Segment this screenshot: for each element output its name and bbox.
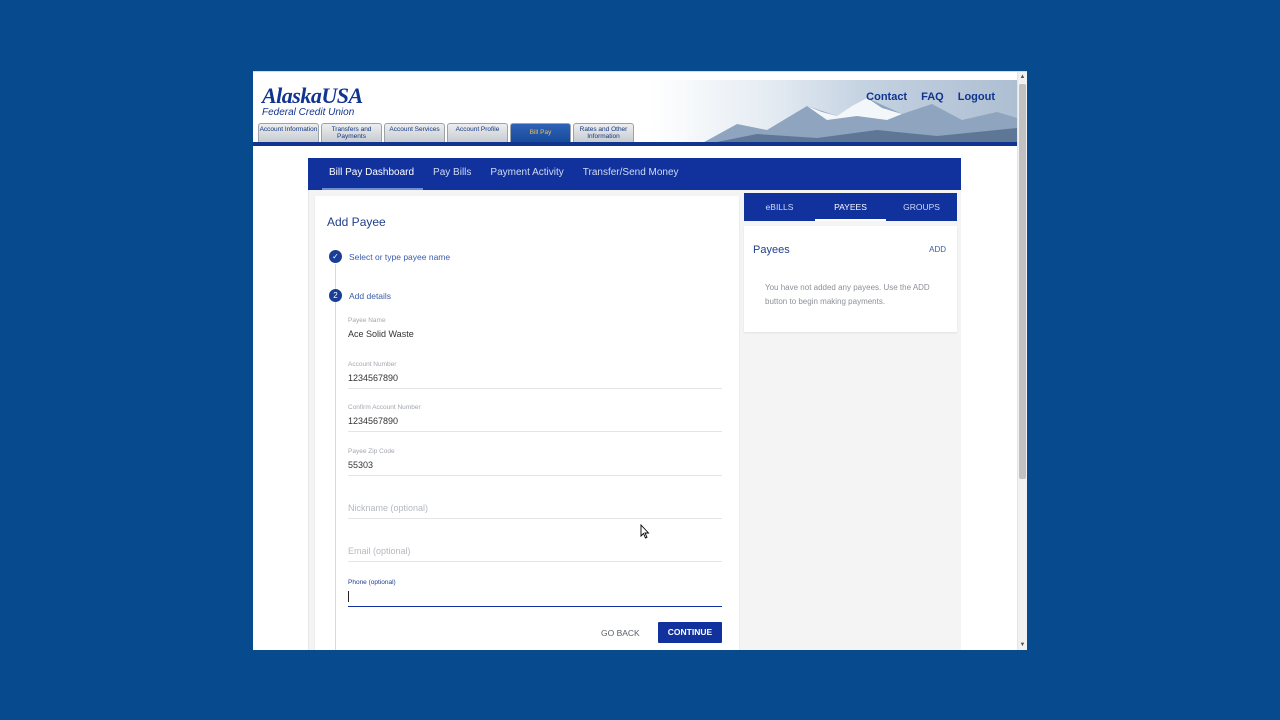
logo-subtitle: Federal Credit Union bbox=[262, 107, 355, 118]
continue-button[interactable]: CONTINUE bbox=[658, 622, 722, 643]
browser-window: AlaskaUSA Federal Credit Union Account I… bbox=[253, 71, 1027, 650]
nav-bill-pay-dashboard[interactable]: Bill Pay Dashboard bbox=[321, 158, 424, 190]
add-payee-title: Add Payee bbox=[327, 215, 386, 229]
payee-name-value: Ace Solid Waste bbox=[348, 329, 414, 339]
payees-title: Payees bbox=[753, 244, 790, 256]
site-header: AlaskaUSA Federal Credit Union Account I… bbox=[253, 80, 1017, 146]
add-payee-button[interactable]: ADD bbox=[929, 245, 946, 254]
top-links: Contact FAQ Logout bbox=[866, 91, 995, 103]
tab-rates-and-other-information[interactable]: Rates and Other Information bbox=[573, 123, 634, 142]
scroll-down-arrow-icon[interactable]: ▼ bbox=[1018, 640, 1027, 650]
payees-empty-message: You have not added any payees. Use the A… bbox=[765, 283, 930, 306]
add-payee-card: Add Payee ✓ Select or type payee name 2 … bbox=[315, 196, 739, 650]
scroll-up-arrow-icon[interactable]: ▲ bbox=[1018, 72, 1027, 82]
faq-link[interactable]: FAQ bbox=[921, 91, 944, 103]
go-back-button[interactable]: GO BACK bbox=[601, 628, 640, 638]
payee-name-label: Payee Name bbox=[348, 317, 386, 324]
tab-transfers-and-payments[interactable]: Transfers and Payments bbox=[321, 123, 382, 142]
nav-pay-bills[interactable]: Pay Bills bbox=[433, 158, 471, 190]
logout-link[interactable]: Logout bbox=[958, 91, 995, 103]
step-1-label: Select or type payee name bbox=[349, 251, 451, 262]
nickname-field[interactable]: Nickname (optional) bbox=[348, 503, 722, 519]
payee-name-field: Payee Name Ace Solid Waste bbox=[348, 317, 722, 345]
account-number-input[interactable]: 1234567890 bbox=[348, 373, 722, 389]
account-number-label: Account Number bbox=[348, 361, 397, 368]
tab-bill-pay[interactable]: Bill Pay bbox=[510, 123, 571, 142]
text-caret bbox=[348, 591, 349, 603]
confirm-account-number-input[interactable]: 1234567890 bbox=[348, 416, 722, 432]
tab-account-services[interactable]: Account Services bbox=[384, 123, 445, 142]
logo-brand: AlaskaUSA bbox=[262, 83, 363, 108]
phone-input[interactable] bbox=[348, 591, 722, 607]
mouse-pointer-icon bbox=[640, 524, 650, 539]
tab-groups[interactable]: GROUPS bbox=[886, 193, 957, 221]
right-panel-tabs: eBILLS PAYEES GROUPS bbox=[744, 193, 957, 221]
step-2-label: Add details bbox=[349, 290, 392, 301]
tab-ebills[interactable]: eBILLS bbox=[744, 193, 815, 221]
nav-transfer-send-money[interactable]: Transfer/Send Money bbox=[583, 158, 679, 190]
billpay-body: Add Payee ✓ Select or type payee name 2 … bbox=[308, 190, 961, 650]
stepper-line bbox=[335, 264, 336, 650]
contact-link[interactable]: Contact bbox=[866, 91, 907, 103]
check-icon: ✓ bbox=[329, 250, 342, 263]
account-number-field[interactable]: Account Number 1234567890 bbox=[348, 361, 722, 389]
tab-payees[interactable]: PAYEES bbox=[815, 193, 886, 221]
header-divider bbox=[253, 142, 1017, 146]
phone-label: Phone (optional) bbox=[348, 579, 396, 586]
vertical-scrollbar[interactable]: ▲ ▼ bbox=[1017, 72, 1027, 650]
payee-zip-input[interactable]: 55303 bbox=[348, 460, 722, 476]
payees-card: Payees ADD You have not added any payees… bbox=[744, 226, 957, 332]
tab-account-profile[interactable]: Account Profile bbox=[447, 123, 508, 142]
step-2-number: 2 bbox=[329, 289, 342, 302]
nav-payment-activity[interactable]: Payment Activity bbox=[490, 158, 563, 190]
confirm-account-number-field[interactable]: Confirm Account Number 1234567890 bbox=[348, 404, 722, 432]
site-tabs: Account Information Transfers and Paymen… bbox=[258, 123, 636, 142]
step-select-payee[interactable]: ✓ Select or type payee name bbox=[329, 250, 450, 263]
email-field[interactable]: Email (optional) bbox=[348, 546, 722, 562]
payee-zip-field[interactable]: Payee Zip Code 55303 bbox=[348, 448, 722, 476]
logo[interactable]: AlaskaUSA Federal Credit Union bbox=[262, 85, 363, 119]
phone-field[interactable]: Phone (optional) bbox=[348, 579, 722, 607]
billpay-nav: Bill Pay Dashboard Pay Bills Payment Act… bbox=[308, 158, 961, 190]
payee-zip-label: Payee Zip Code bbox=[348, 448, 395, 455]
email-input[interactable]: Email (optional) bbox=[348, 546, 722, 562]
confirm-account-number-label: Confirm Account Number bbox=[348, 404, 421, 411]
nickname-input[interactable]: Nickname (optional) bbox=[348, 503, 722, 519]
tab-account-information[interactable]: Account Information bbox=[258, 123, 319, 142]
scrollbar-thumb[interactable] bbox=[1019, 84, 1026, 479]
step-add-details: 2 Add details bbox=[329, 289, 391, 302]
